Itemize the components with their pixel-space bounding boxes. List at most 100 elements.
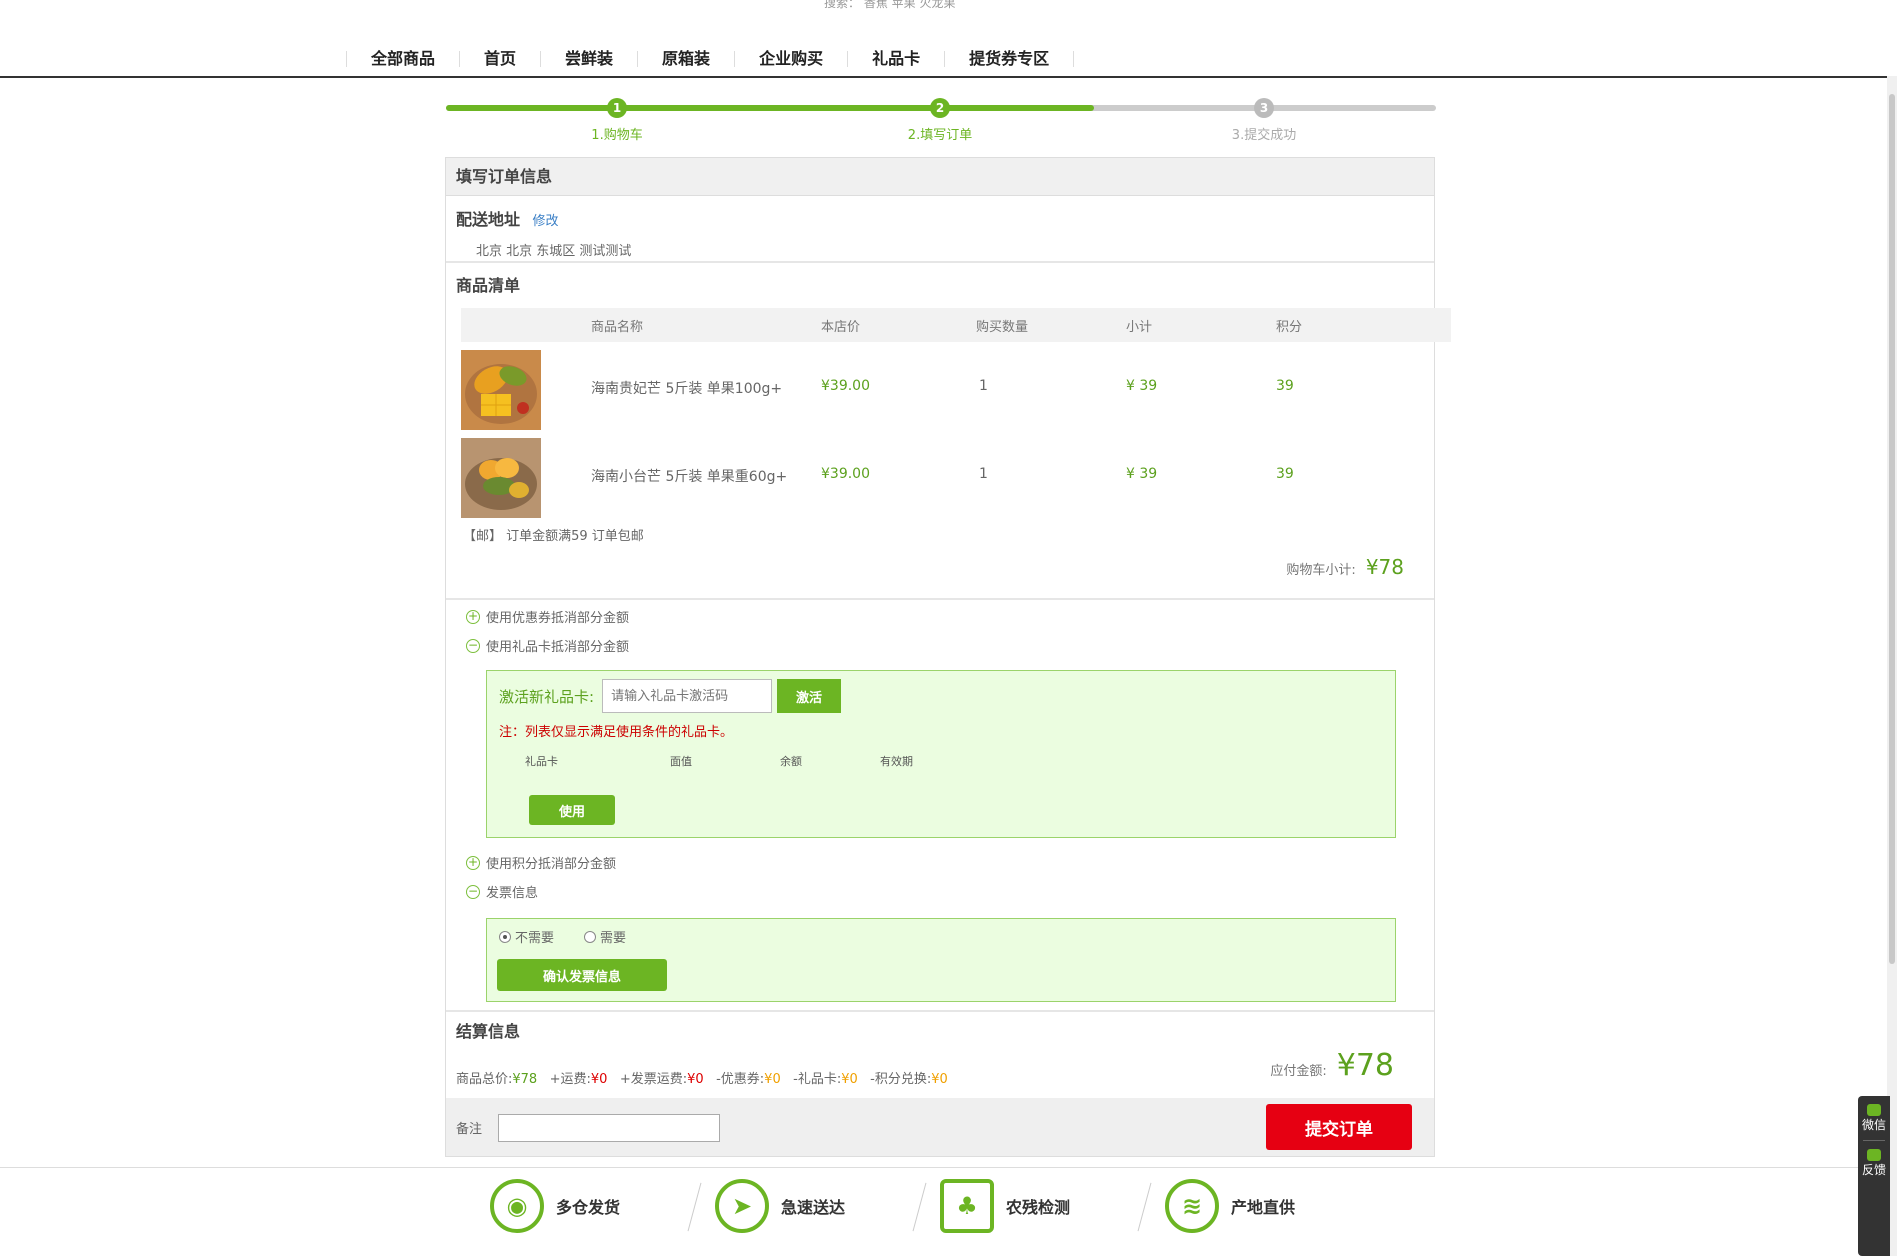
nav-voucher[interactable]: 提货券专区 bbox=[944, 51, 1075, 67]
feature-origin-direct: ≋ 产地直供 bbox=[1165, 1176, 1390, 1236]
nav-trial[interactable]: 尝鲜装 bbox=[540, 51, 637, 67]
step-1-label: 1.购物车 bbox=[591, 128, 643, 143]
search-hint: 搜索： 香蕉 苹果 火龙果 bbox=[824, 0, 956, 10]
remark-input[interactable] bbox=[498, 1114, 720, 1142]
goods-points: 39 bbox=[1276, 466, 1294, 482]
goods-table: 商品名称 本店价 购买数量 小计 积分 海南贵妃芒 5斤装 单果100g+ ¥3… bbox=[461, 308, 1451, 518]
col-expiry: 有效期 bbox=[880, 755, 913, 768]
payable-amount: 应付金额: ¥78 bbox=[1270, 1048, 1394, 1083]
submit-order-button[interactable]: 提交订单 bbox=[1266, 1104, 1412, 1150]
col-subtotal: 小计 bbox=[1126, 319, 1153, 335]
giftcard-note: 注：列表仅显示满足使用条件的礼品卡。 bbox=[499, 725, 734, 740]
option-invoice[interactable]: − 发票信息 bbox=[466, 882, 538, 901]
col-qty: 购买数量 bbox=[976, 319, 1029, 335]
payable-label: 应付金额: bbox=[1270, 1064, 1327, 1079]
invoice-no-radio[interactable]: 不需要 bbox=[499, 927, 554, 946]
use-giftcard-button[interactable]: 使用 bbox=[529, 795, 615, 825]
giftcard-code-input[interactable] bbox=[602, 679, 773, 713]
giftcard-activate-row: 激活新礼品卡: 激活 bbox=[499, 679, 842, 713]
mango-image[interactable] bbox=[461, 438, 541, 518]
payable-value: ¥78 bbox=[1336, 1048, 1394, 1083]
activate-button[interactable]: 激活 bbox=[777, 679, 842, 713]
col-balance: 余额 bbox=[780, 755, 802, 768]
divider bbox=[446, 598, 1434, 600]
radio-checked-icon[interactable] bbox=[499, 930, 511, 943]
fast-delivery-icon: ➤ bbox=[715, 1179, 769, 1233]
invoice-yes-radio[interactable]: 需要 bbox=[584, 927, 626, 946]
goods-subtotal: ¥ 39 bbox=[1126, 466, 1158, 482]
goods-qty: 1 bbox=[979, 378, 988, 394]
nav-enterprise[interactable]: 企业购买 bbox=[734, 51, 847, 67]
goods-name[interactable]: 海南小台芒 5斤装 单果重60g+ bbox=[591, 466, 787, 486]
feature-fast-delivery: ➤ 急速送达 bbox=[715, 1176, 940, 1236]
feedback-icon bbox=[1867, 1149, 1881, 1161]
nav-all-goods[interactable]: 全部商品 bbox=[346, 51, 459, 67]
goods-price: ¥39.00 bbox=[821, 378, 870, 394]
col-face-value: 面值 bbox=[670, 755, 692, 768]
address-edit-link[interactable]: 修改 bbox=[532, 214, 558, 229]
step-2-label: 2.填写订单 bbox=[907, 128, 973, 143]
checkout-progress: 1 1.购物车 2 2.填写订单 3 3.提交成功 bbox=[446, 98, 1436, 146]
fee-breakdown: 商品总价:¥78 +运费:¥0 +发票运费:¥0 -优惠券:¥0 -礼品卡:¥0… bbox=[456, 1072, 948, 1087]
divider bbox=[446, 261, 1434, 263]
goods-price: ¥39.00 bbox=[821, 466, 870, 482]
feature-pesticide-test: ♣ 农残检测 bbox=[940, 1176, 1165, 1236]
col-name: 商品名称 bbox=[591, 319, 644, 335]
address-text: 北京 北京 东城区 测试测试 bbox=[476, 244, 632, 259]
collapse-minus-icon[interactable]: − bbox=[466, 884, 480, 899]
col-price: 本店价 bbox=[821, 319, 861, 335]
divider bbox=[446, 1010, 1434, 1012]
order-title: 填写订单信息 bbox=[446, 158, 1434, 196]
scrollbar-thumb[interactable] bbox=[1889, 94, 1895, 964]
nav-home[interactable]: 首页 bbox=[459, 51, 540, 67]
free-shipping-note: 【邮】 订单金额满59 订单包邮 bbox=[463, 529, 644, 544]
wechat-icon bbox=[1867, 1104, 1881, 1116]
warehouse-map-icon: ◉ bbox=[490, 1179, 544, 1233]
option-coupon[interactable]: + 使用优惠券抵消部分金额 bbox=[466, 607, 629, 626]
giftcard-panel: 激活新礼品卡: 激活 注：列表仅显示满足使用条件的礼品卡。 礼品卡 面值 余额 … bbox=[486, 670, 1396, 838]
service-features: ◉ 多仓发货 ➤ 急速送达 ♣ 农残检测 ≋ 产地直供 bbox=[490, 1176, 1390, 1236]
nav-box[interactable]: 原箱装 bbox=[637, 51, 734, 67]
option-giftcard[interactable]: − 使用礼品卡抵消部分金额 bbox=[466, 636, 629, 655]
col-points: 积分 bbox=[1276, 319, 1303, 335]
step-3-dot: 3 bbox=[1254, 98, 1274, 118]
goods-subtotal: ¥ 39 bbox=[1126, 378, 1158, 394]
page-scrollbar[interactable] bbox=[1887, 76, 1897, 1256]
order-panel: 填写订单信息 配送地址 修改 北京 北京 东城区 测试测试 商品清单 商品名称 … bbox=[445, 157, 1451, 1157]
expand-plus-icon[interactable]: + bbox=[466, 855, 480, 870]
side-wechat[interactable]: 微信 bbox=[1858, 1096, 1890, 1132]
settle-title: 结算信息 bbox=[456, 1022, 521, 1041]
expand-plus-icon[interactable]: + bbox=[466, 609, 480, 624]
farm-field-icon: ≋ bbox=[1165, 1179, 1219, 1233]
nav-giftcard[interactable]: 礼品卡 bbox=[847, 51, 944, 67]
main-nav: 全部商品 首页 尝鲜装 原箱装 企业购买 礼品卡 提货券专区 bbox=[346, 40, 1075, 78]
step-3-label: 3.提交成功 bbox=[1231, 128, 1297, 143]
radio-unchecked-icon[interactable] bbox=[584, 930, 597, 943]
step-2-dot: 2 bbox=[930, 98, 950, 118]
collapse-minus-icon[interactable]: − bbox=[466, 638, 480, 653]
cart-subtotal-label: 购物车小计: bbox=[1286, 563, 1356, 578]
invoice-radios: 不需要 需要 bbox=[499, 927, 626, 946]
cart-subtotal-amount: ¥78 bbox=[1365, 555, 1404, 579]
sprout-icon: ♣ bbox=[940, 1179, 994, 1233]
remark-label: 备注 bbox=[456, 1122, 483, 1137]
side-feedback[interactable]: 反馈 bbox=[1858, 1141, 1890, 1177]
invoice-panel: 不需要 需要 确认发票信息 bbox=[486, 918, 1396, 1002]
goods-row: 海南贵妃芒 5斤装 单果100g+ ¥39.00 1 ¥ 39 39 bbox=[461, 342, 1451, 430]
goods-qty: 1 bbox=[979, 466, 988, 482]
nav-divider bbox=[0, 76, 1890, 78]
progress-fill bbox=[446, 105, 1094, 111]
goods-row: 海南小台芒 5斤装 单果重60g+ ¥39.00 1 ¥ 39 39 bbox=[461, 430, 1451, 518]
address-title: 配送地址 bbox=[456, 210, 521, 229]
col-giftcard: 礼品卡 bbox=[525, 755, 558, 768]
mango-image[interactable] bbox=[461, 350, 541, 430]
address-section: 配送地址 修改 北京 北京 东城区 测试测试 bbox=[456, 206, 1426, 259]
giftcard-label: 激活新礼品卡: bbox=[499, 687, 595, 706]
feature-multi-warehouse: ◉ 多仓发货 bbox=[490, 1176, 715, 1236]
confirm-invoice-button[interactable]: 确认发票信息 bbox=[497, 959, 667, 991]
cart-subtotal: 购物车小计: ¥78 bbox=[1286, 555, 1404, 579]
footer-divider bbox=[0, 1167, 1890, 1168]
option-points[interactable]: + 使用积分抵消部分金额 bbox=[466, 853, 616, 872]
goods-header: 商品名称 本店价 购买数量 小计 积分 bbox=[461, 308, 1451, 342]
goods-name[interactable]: 海南贵妃芒 5斤装 单果100g+ bbox=[591, 378, 782, 398]
